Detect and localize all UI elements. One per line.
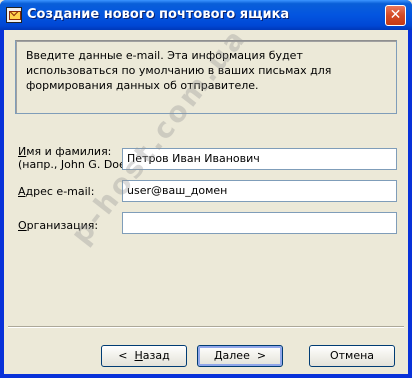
name-field[interactable]: Петров Иван Иванович bbox=[122, 148, 397, 170]
organization-field[interactable] bbox=[122, 212, 397, 234]
window-title: Создание нового почтового ящика bbox=[27, 7, 290, 22]
close-icon: ✕ bbox=[389, 7, 402, 23]
close-button[interactable]: ✕ bbox=[385, 5, 406, 26]
window-bottom-border bbox=[0, 374, 412, 378]
back-button[interactable]: < Назад bbox=[101, 345, 187, 367]
organization-label-accesskey: О bbox=[18, 219, 27, 232]
name-label-hint: (напр., John G. Doe) bbox=[18, 158, 131, 171]
email-label-text: дрес e-mail: bbox=[25, 185, 95, 198]
next-button[interactable]: Далее > bbox=[197, 345, 283, 367]
back-accesskey: Н bbox=[134, 349, 143, 362]
next-arrow-icon: > bbox=[256, 349, 267, 362]
email-label-accesskey: А bbox=[18, 185, 26, 198]
info-panel: Введите данные e-mail. Эта информация бу… bbox=[15, 40, 397, 114]
next-accesskey: Д bbox=[213, 349, 223, 362]
cancel-button[interactable]: Отмена bbox=[309, 345, 395, 367]
name-label-accesskey: И bbox=[18, 145, 27, 158]
organization-label: Организация: bbox=[18, 219, 98, 232]
name-label: Имя и фамилия: (напр., John G. Doe) bbox=[18, 145, 130, 171]
separator bbox=[8, 326, 404, 328]
title-bar[interactable]: Создание нового почтового ящика ✕ bbox=[0, 0, 412, 30]
organization-label-text: рганизация: bbox=[26, 219, 99, 232]
info-text: Введите данные e-mail. Эта информация бу… bbox=[26, 49, 332, 92]
back-arrow-icon: < bbox=[118, 349, 128, 362]
next-label: алее bbox=[222, 349, 250, 362]
mail-app-icon bbox=[6, 7, 22, 23]
dialog-body: Введите данные e-mail. Эта информация бу… bbox=[4, 21, 408, 374]
email-field[interactable]: user@ваш_домен bbox=[122, 180, 397, 202]
dialog-window: Создание нового почтового ящика ✕ Введит… bbox=[0, 0, 412, 378]
back-label: азад bbox=[142, 349, 170, 362]
email-label: Адрес e-mail: bbox=[18, 185, 94, 198]
name-label-text: мя и фамилия: bbox=[26, 145, 112, 158]
